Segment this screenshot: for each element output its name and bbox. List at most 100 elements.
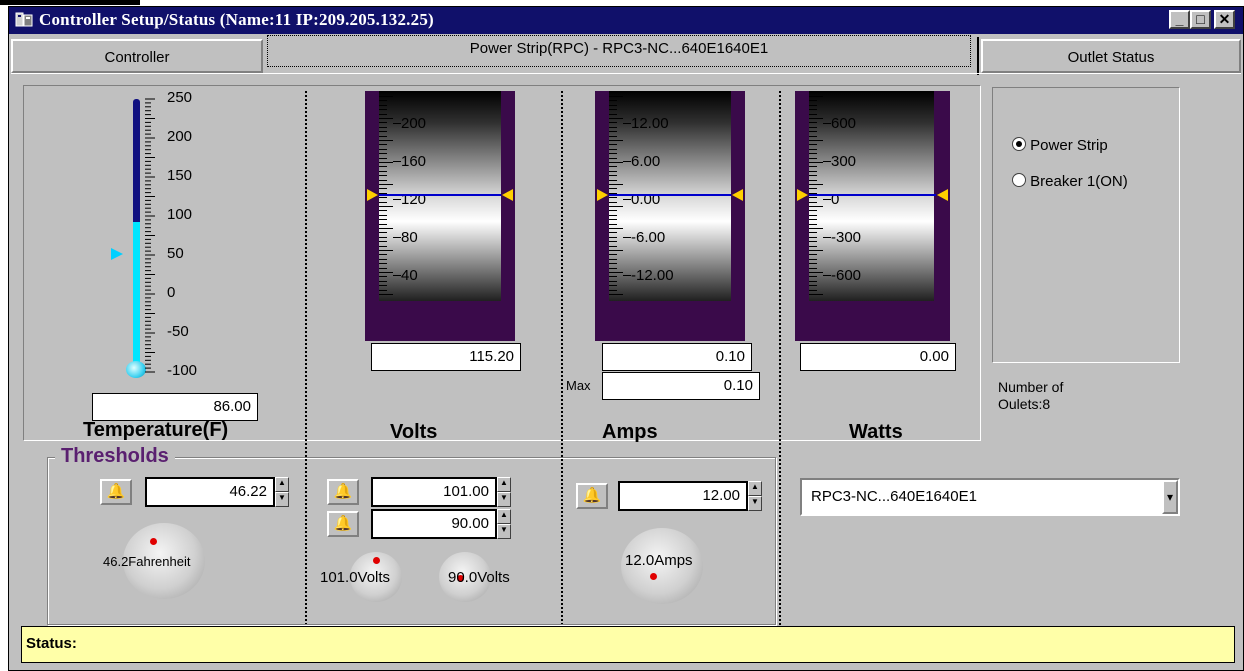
volts-tick — [379, 157, 387, 159]
watts-major-tick — [823, 199, 831, 200]
spin-down-icon[interactable]: ▼ — [497, 492, 511, 507]
amps-tick-label: 12.00 — [631, 115, 669, 132]
volts-left-marker — [367, 189, 378, 201]
watts-tick — [809, 118, 823, 119]
radio-breaker-1[interactable]: Breaker 1(ON) — [1012, 173, 1128, 190]
volts-low-threshold-input[interactable]: 90.00 — [371, 509, 497, 539]
amps-tick — [609, 162, 623, 163]
amps-tick — [609, 258, 617, 260]
spin-down-icon[interactable]: ▼ — [275, 492, 289, 507]
volts-tick — [379, 276, 387, 278]
bell-icon: 🔔 — [333, 515, 353, 532]
device-select[interactable]: RPC3-NC...640E1640E1 ▾ — [800, 478, 1180, 516]
tab-outlet-status[interactable]: Outlet Status — [981, 39, 1241, 73]
temperature-label: Temperature(F) — [83, 419, 229, 441]
amps-tick — [609, 206, 623, 207]
minimize-button[interactable]: _ — [1169, 10, 1190, 29]
outlets-count-text: Number of Oulets:8 — [998, 379, 1063, 413]
amps-major-tick — [623, 199, 631, 200]
amps-tick — [609, 236, 617, 238]
watts-tick — [809, 126, 817, 128]
volts-tick — [379, 197, 387, 199]
volts-tick — [379, 104, 387, 106]
watts-right-marker — [937, 189, 948, 201]
amps-alarm-button[interactable]: 🔔 — [576, 483, 608, 509]
volts-tick — [379, 267, 387, 269]
volts-high-spinner[interactable]: ▲ ▼ — [497, 477, 511, 507]
watts-major-tick — [823, 237, 831, 238]
spin-up-icon[interactable]: ▲ — [748, 481, 762, 496]
temperature-alarm-button[interactable]: 🔔 — [100, 479, 132, 505]
volts-low-alarm-button[interactable]: 🔔 — [327, 511, 359, 537]
watts-tick-label: 300 — [831, 153, 857, 170]
amps-max-label: Max — [566, 378, 591, 393]
volts-label: Volts — [390, 421, 438, 443]
amps-tick — [609, 153, 617, 155]
thermometer-tick-label: -50 — [167, 323, 189, 340]
spin-up-icon[interactable]: ▲ — [497, 509, 511, 524]
watts-major-tick — [823, 275, 831, 276]
watts-tick — [809, 294, 823, 295]
chevron-down-icon[interactable]: ▾ — [1162, 480, 1178, 514]
outlets-count-line-2: Oulets:8 — [998, 396, 1051, 412]
amps-tick — [609, 135, 617, 137]
spin-down-icon[interactable]: ▼ — [497, 524, 511, 539]
spin-down-icon[interactable]: ▼ — [748, 496, 762, 511]
watts-tick — [809, 184, 823, 185]
volts-tick-label: 80 — [401, 229, 418, 246]
watts-tick — [809, 148, 817, 150]
spin-up-icon[interactable]: ▲ — [497, 477, 511, 492]
amps-major-tick — [623, 275, 631, 276]
radio-breaker-1-circle[interactable] — [1012, 173, 1026, 187]
volts-tick — [379, 113, 387, 115]
amps-tick — [609, 223, 617, 225]
volts-high-alarm-button[interactable]: 🔔 — [327, 479, 359, 505]
temperature-threshold-spinner[interactable]: ▲ ▼ — [275, 477, 289, 507]
volts-tick — [379, 126, 387, 128]
thermometer-scale — [145, 98, 155, 373]
volts-high-threshold-input[interactable]: 101.00 — [371, 477, 497, 507]
amps-threshold-input[interactable]: 12.00 — [618, 481, 748, 511]
volts-low-spinner[interactable]: ▲ ▼ — [497, 509, 511, 539]
volts-tick-label: 40 — [401, 267, 418, 284]
thresholds-title: Thresholds — [55, 445, 175, 468]
amps-threshold-spinner[interactable]: ▲ ▼ — [748, 481, 762, 511]
watts-tick — [809, 236, 817, 238]
volts-tick — [379, 263, 387, 265]
volts-tick — [379, 210, 387, 212]
watts-tick — [809, 96, 823, 97]
radio-power-strip[interactable]: Power Strip — [1012, 137, 1108, 154]
amps-tick — [609, 179, 617, 181]
outlets-count-line-1: Number of — [998, 379, 1064, 395]
temperature-threshold-input[interactable]: 46.22 — [145, 477, 275, 507]
volts-major-tick — [393, 161, 401, 162]
volts-tick-label: 200 — [401, 115, 427, 132]
close-button[interactable]: ✕ — [1214, 10, 1235, 29]
maximize-button[interactable]: □ — [1190, 10, 1211, 29]
volts-tick — [379, 206, 393, 207]
volts-tick — [379, 131, 387, 133]
tab-controller[interactable]: Controller — [11, 39, 263, 73]
watts-tick — [809, 135, 817, 137]
watts-tick — [809, 276, 817, 278]
amps-tick — [609, 201, 617, 203]
amps-tick-label: -6.00 — [631, 229, 666, 246]
amps-tick — [609, 144, 617, 146]
radio-power-strip-dot — [1016, 141, 1022, 147]
watts-tick — [809, 201, 817, 203]
spin-up-icon[interactable]: ▲ — [275, 477, 289, 492]
watts-left-marker — [797, 189, 808, 201]
amps-tick — [609, 166, 617, 168]
thermometer-fill — [133, 222, 140, 367]
title-bar[interactable]: Controller Setup/Status (Name:11 IP:209.… — [9, 7, 1243, 34]
watts-major-tick — [823, 123, 831, 124]
amps-label: Amps — [602, 421, 658, 443]
amps-tick-label: -12.00 — [631, 267, 674, 284]
amps-major-tick — [623, 123, 631, 124]
tab-power-strip[interactable]: Power Strip(RPC) - RPC3-NC...640E1640E1 — [267, 35, 971, 67]
volts-tick — [379, 175, 387, 177]
amps-tick — [609, 109, 617, 111]
volts-right-marker — [502, 189, 513, 201]
volts-major-tick — [393, 275, 401, 276]
radio-power-strip-circle[interactable] — [1012, 137, 1026, 151]
